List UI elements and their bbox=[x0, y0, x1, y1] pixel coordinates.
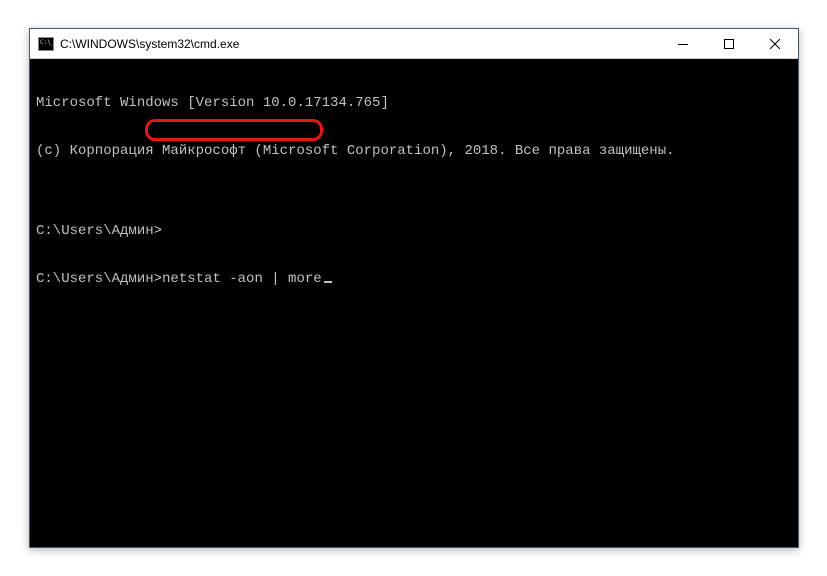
minimize-icon bbox=[678, 39, 688, 49]
titlebar[interactable]: C:\WINDOWS\system32\cmd.exe bbox=[30, 29, 798, 59]
console-prompt-active: C:\Users\Админ>netstat -aon | more bbox=[36, 271, 792, 287]
close-icon bbox=[770, 39, 780, 49]
console-line: (c) Корпорация Майкрософт (Microsoft Cor… bbox=[36, 143, 792, 159]
cmd-icon bbox=[38, 37, 54, 51]
console-prompt: C:\Users\Админ> bbox=[36, 223, 792, 239]
maximize-button[interactable] bbox=[706, 29, 752, 58]
prompt-text: C:\Users\Админ> bbox=[36, 271, 162, 287]
maximize-icon bbox=[724, 39, 734, 49]
console-area[interactable]: Microsoft Windows [Version 10.0.17134.76… bbox=[30, 59, 798, 357]
minimize-button[interactable] bbox=[660, 29, 706, 58]
console-line: Microsoft Windows [Version 10.0.17134.76… bbox=[36, 95, 792, 111]
command-text: netstat -aon | more bbox=[162, 271, 322, 287]
cursor bbox=[324, 281, 332, 283]
cmd-window: C:\WINDOWS\system32\cmd.exe Microsoft Wi… bbox=[29, 28, 799, 548]
window-title: C:\WINDOWS\system32\cmd.exe bbox=[60, 37, 660, 51]
window-controls bbox=[660, 29, 798, 58]
highlight-annotation bbox=[145, 119, 323, 141]
close-button[interactable] bbox=[752, 29, 798, 58]
